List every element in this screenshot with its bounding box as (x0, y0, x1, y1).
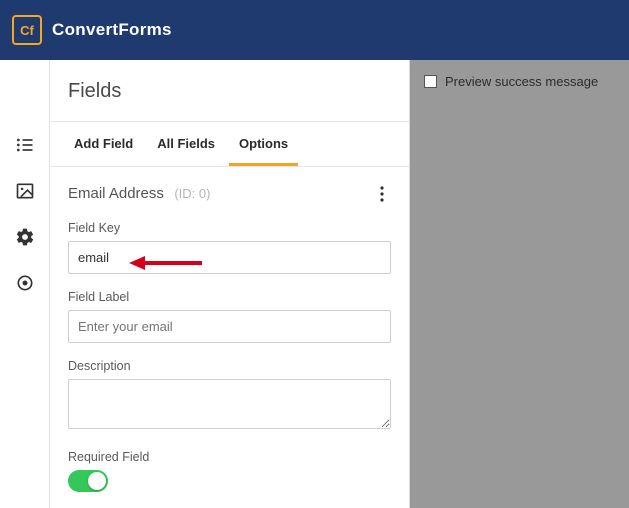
brand-name: ConvertForms (52, 20, 172, 40)
sidebar-rail (0, 60, 50, 508)
field-label-input[interactable] (68, 310, 391, 343)
required-field-label: Required Field (68, 450, 391, 464)
field-key-input[interactable] (68, 241, 391, 274)
field-header: Email Address (ID: 0) (68, 185, 391, 203)
kebab-menu-icon[interactable] (373, 185, 391, 203)
field-title: Email Address (68, 185, 164, 202)
field-id-label: (ID: 0) (174, 186, 210, 201)
fields-list-icon[interactable] (15, 135, 35, 155)
preview-success-label: Preview success message (445, 74, 598, 89)
field-editor: Email Address (ID: 0) Field Key Field La… (50, 167, 409, 502)
preview-success-row: Preview success message (424, 74, 615, 89)
logo-icon: Cf (12, 15, 42, 45)
image-icon[interactable] (15, 181, 35, 201)
required-toggle[interactable] (68, 470, 108, 492)
gear-icon[interactable] (15, 227, 35, 247)
main-content: Fields Add Field All Fields Options Emai… (0, 60, 629, 508)
tab-all-fields[interactable]: All Fields (147, 122, 225, 166)
panel-tabs: Add Field All Fields Options (50, 122, 409, 167)
app-header: Cf ConvertForms (0, 0, 629, 60)
tab-options[interactable]: Options (229, 122, 298, 166)
description-textarea[interactable] (68, 379, 391, 429)
fields-panel: Fields Add Field All Fields Options Emai… (50, 60, 410, 508)
preview-success-checkbox[interactable] (424, 75, 437, 88)
panel-title: Fields (50, 60, 409, 122)
description-label: Description (68, 359, 391, 373)
field-label-label: Field Label (68, 290, 391, 304)
tab-add-field[interactable]: Add Field (64, 122, 143, 166)
preview-area: Preview success message (410, 60, 629, 508)
brand-logo: Cf ConvertForms (12, 15, 172, 45)
target-icon[interactable] (15, 273, 35, 293)
field-key-label: Field Key (68, 221, 391, 235)
